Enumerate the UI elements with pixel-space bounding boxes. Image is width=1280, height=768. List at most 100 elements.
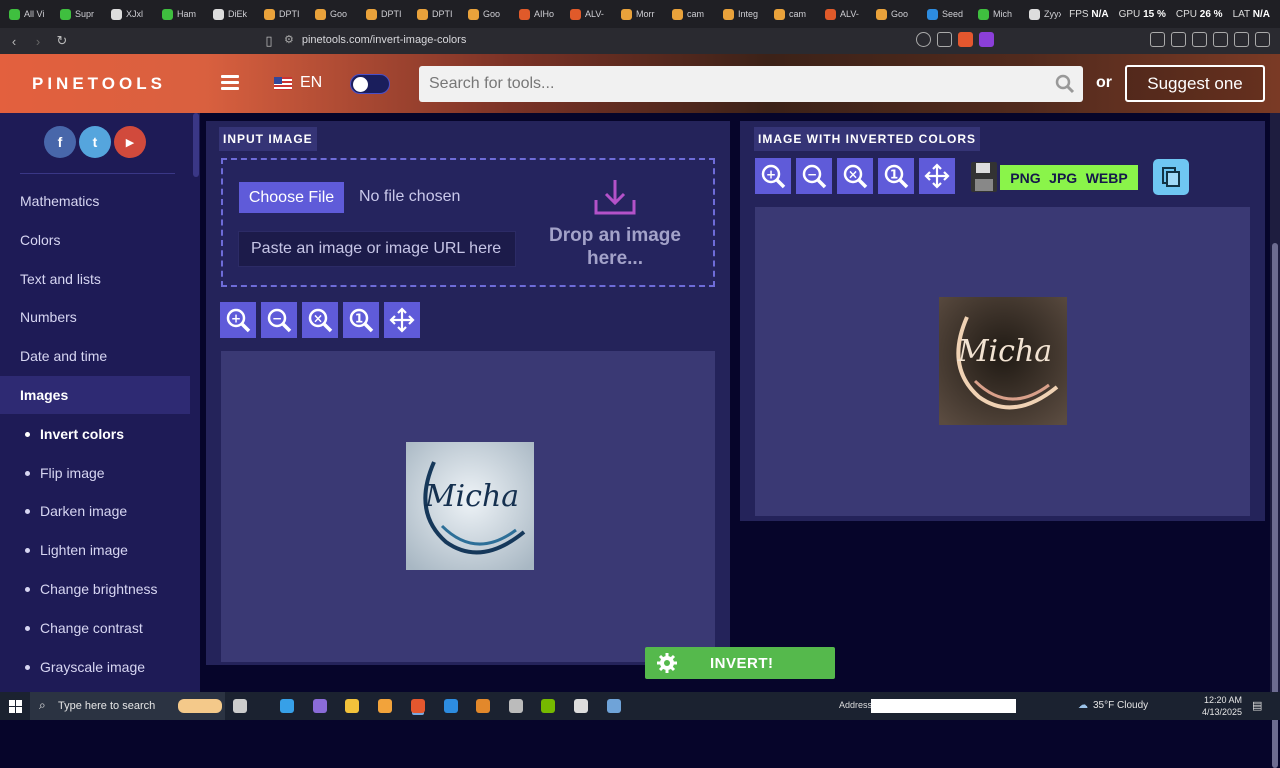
vscode-icon[interactable]	[444, 699, 458, 713]
sidebar-category[interactable]: Text and lists	[0, 260, 190, 298]
app-icon[interactable]	[607, 699, 621, 713]
download-jpg-button[interactable]: JPG	[1049, 170, 1077, 186]
sidebar-tool-item[interactable]: Change contrast	[0, 609, 190, 647]
browser-tab[interactable]: DPTI	[408, 0, 459, 28]
forward-icon[interactable]: ›	[28, 34, 48, 49]
task-view-icon[interactable]	[233, 699, 247, 713]
pinetools-logo[interactable]: PINETOOLS	[32, 74, 166, 94]
sidebar-tool-item[interactable]: Lighten image	[0, 531, 190, 569]
vpn-icon[interactable]	[1234, 32, 1249, 47]
browser-tab[interactable]: Mich	[969, 0, 1020, 28]
input-fit-move-button[interactable]	[384, 302, 420, 338]
sidebar-tool-item[interactable]: Grayscale image	[0, 648, 190, 686]
extensions-icon[interactable]	[1150, 32, 1165, 47]
search-input[interactable]	[419, 66, 1019, 102]
file-drop-zone[interactable]: Choose File No file chosen Drop an image…	[221, 158, 715, 287]
sidebar-category[interactable]: Colors	[0, 221, 190, 259]
copilot-icon[interactable]	[280, 699, 294, 713]
browser-tab[interactable]: DPTI	[357, 0, 408, 28]
sidebar-category[interactable]: Date and time	[0, 337, 190, 375]
download-png-button[interactable]: PNG	[1010, 170, 1040, 186]
address-toolbar-input[interactable]	[871, 699, 1016, 713]
reload-icon[interactable]: ↻	[52, 33, 72, 49]
media-player-icon[interactable]	[574, 699, 588, 713]
output-zoom-reset-button[interactable]: ×	[837, 158, 873, 194]
brave-shield-icon[interactable]	[958, 32, 973, 47]
notifications-icon[interactable]: ▤	[1252, 699, 1262, 712]
sidebar-tool-item[interactable]: Invert colors	[0, 415, 190, 453]
browser-tab[interactable]: ALV-	[561, 0, 612, 28]
vlc-icon[interactable]	[378, 699, 392, 713]
copy-to-clipboard-button[interactable]	[1153, 159, 1189, 195]
input-zoom-reset-button[interactable]: ×	[302, 302, 338, 338]
twitter-icon[interactable]: t	[79, 126, 111, 158]
search-icon[interactable]	[1055, 74, 1075, 94]
site-info-icon[interactable]: ⚙	[284, 33, 294, 46]
browser-tab[interactable]: Goo	[459, 0, 510, 28]
tab-favicon-icon	[111, 8, 122, 20]
browser-tab[interactable]: cam	[765, 0, 816, 28]
nvidia-icon[interactable]	[541, 699, 555, 713]
browser-tab[interactable]: DiEk	[204, 0, 255, 28]
sidebar-tool-item[interactable]: Change brightness	[0, 570, 190, 608]
windows-start-icon[interactable]	[9, 700, 22, 713]
zoom-icon[interactable]	[916, 32, 931, 47]
browser-tab[interactable]: AIHo	[510, 0, 561, 28]
sidebar-category[interactable]: Numbers	[0, 298, 190, 336]
output-fit-move-button[interactable]	[919, 158, 955, 194]
app-icon[interactable]	[313, 699, 327, 713]
leo-icon[interactable]	[1213, 32, 1228, 47]
input-zoom-out-button[interactable]: −	[261, 302, 297, 338]
choose-file-button[interactable]: Choose File	[239, 182, 344, 213]
browser-tab[interactable]: Morr	[612, 0, 663, 28]
browser-tab[interactable]: Ham	[153, 0, 204, 28]
browser-tab[interactable]: ALV-	[816, 0, 867, 28]
language-selector[interactable]: EN	[274, 74, 322, 92]
youtube-icon[interactable]: ▶	[114, 126, 146, 158]
share-icon[interactable]	[937, 32, 952, 47]
weather-widget[interactable]: ☁ 35°F Cloudy	[1078, 700, 1148, 711]
suggest-button[interactable]: Suggest one	[1125, 65, 1265, 102]
browser-tab[interactable]: Seed	[918, 0, 969, 28]
input-zoom-in-button[interactable]: +	[220, 302, 256, 338]
bookmark-icon[interactable]: ▯	[259, 33, 279, 49]
browser-tab[interactable]: Integ	[714, 0, 765, 28]
app-icon[interactable]	[509, 699, 523, 713]
browser-tab[interactable]: XJxl	[102, 0, 153, 28]
browser-tab[interactable]: Goo	[306, 0, 357, 28]
tab-favicon-icon	[366, 8, 377, 20]
sidebar-tool-item[interactable]: Darken image	[0, 492, 190, 530]
download-webp-button[interactable]: WEBP	[1086, 170, 1128, 186]
sidebar-category[interactable]: Images	[0, 376, 190, 414]
back-icon[interactable]: ‹	[4, 34, 24, 49]
url-bar[interactable]: ⚙ pinetools.com/invert-image-colors	[284, 33, 466, 47]
paste-url-input[interactable]	[239, 232, 515, 266]
sidebar-tool-item[interactable]: Flip image	[0, 454, 190, 492]
sidebar-icon[interactable]	[1171, 32, 1186, 47]
hamburger-menu-icon[interactable]	[221, 75, 239, 91]
output-zoom-out-button[interactable]: −	[796, 158, 832, 194]
browser-tab[interactable]: cam	[663, 0, 714, 28]
brave-browser-icon[interactable]	[411, 699, 425, 713]
sidebar-scrollbar[interactable]	[193, 113, 199, 177]
browser-tab[interactable]: All Vi	[0, 0, 51, 28]
brave-rewards-icon[interactable]	[979, 32, 994, 47]
browser-tab[interactable]: DPTI	[255, 0, 306, 28]
facebook-icon[interactable]: f	[44, 126, 76, 158]
sidebar-category[interactable]: Mathematics	[0, 182, 190, 220]
news-widget-icon[interactable]	[178, 699, 222, 713]
output-zoom-actual-size-button[interactable]: 1	[878, 158, 914, 194]
dark-mode-toggle[interactable]	[350, 74, 390, 94]
page-scrollbar[interactable]	[1270, 113, 1280, 768]
invert-button[interactable]: INVERT!	[645, 647, 835, 679]
file-explorer-icon[interactable]	[345, 699, 359, 713]
browser-tab[interactable]: Goo	[867, 0, 918, 28]
input-zoom-actual-size-button[interactable]: 1	[343, 302, 379, 338]
output-zoom-in-button[interactable]: +	[755, 158, 791, 194]
system-clock[interactable]: 12:20 AM 4/13/2025	[1200, 694, 1242, 718]
wallet-icon[interactable]	[1192, 32, 1207, 47]
app-icon[interactable]	[476, 699, 490, 713]
menu-icon[interactable]	[1255, 32, 1270, 47]
tab-title: cam	[687, 9, 705, 19]
browser-tab[interactable]: Supr	[51, 0, 102, 28]
